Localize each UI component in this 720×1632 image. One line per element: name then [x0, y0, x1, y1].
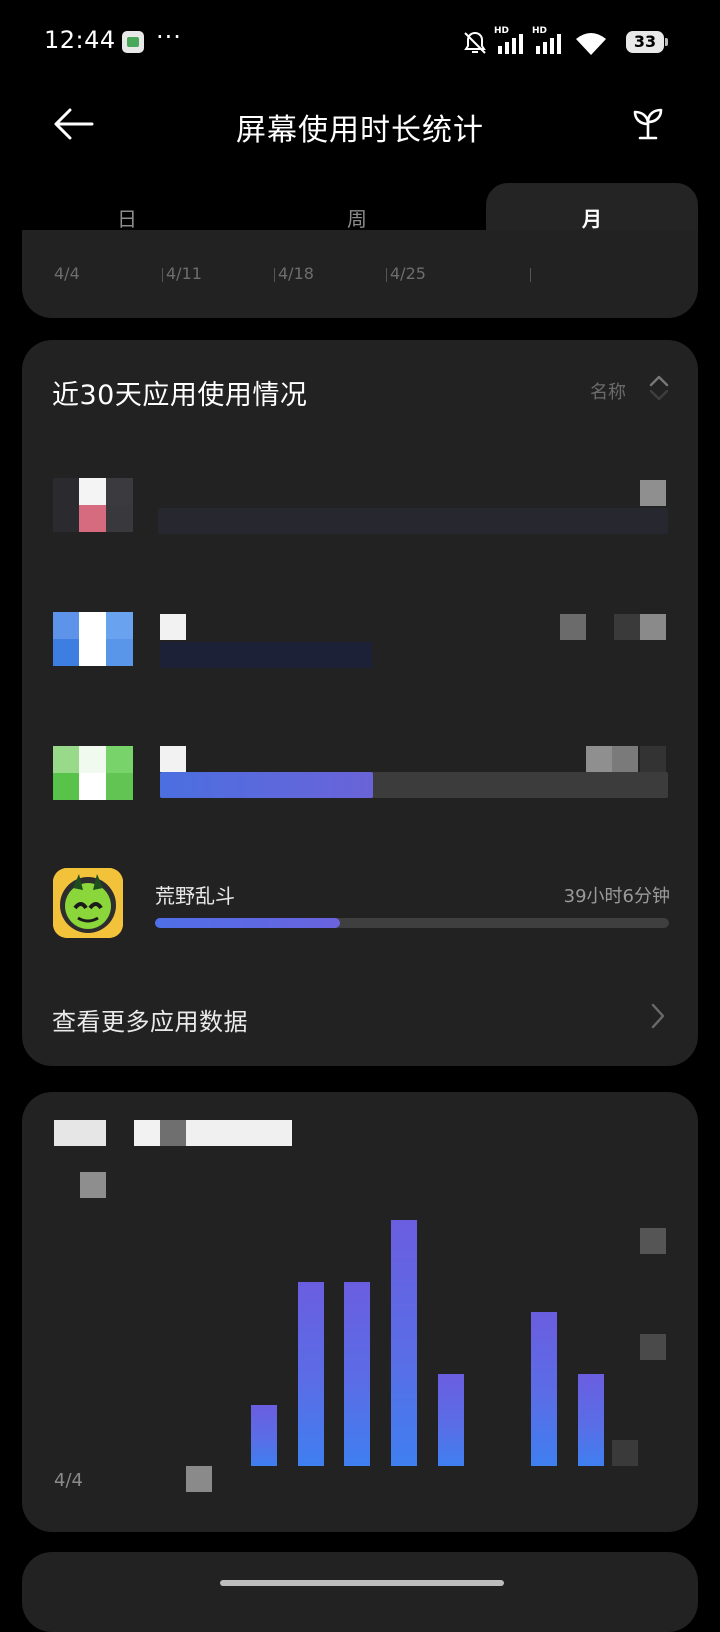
chevron-right-icon[interactable] [650, 1002, 666, 1030]
chart-bar [531, 1312, 557, 1466]
axis-tick [386, 268, 387, 282]
chart-bar [297, 1281, 324, 1466]
plant-icon[interactable] [628, 104, 668, 144]
usage-time-obscured [560, 614, 586, 640]
y-tick-obscured [640, 1228, 666, 1254]
axis-tick [274, 268, 275, 282]
app-usage-time: 39小时6分钟 [563, 886, 670, 907]
usage-bar-track [160, 772, 668, 798]
page-title: 屏幕使用时长统计 [236, 113, 484, 148]
app-icon-obscured [53, 478, 133, 532]
app-usage-card [22, 340, 698, 1066]
usage-time-obscured [640, 614, 666, 640]
trend-card-stub [22, 230, 698, 318]
next-card-stub [22, 1552, 698, 1632]
bell-muted-icon [464, 31, 486, 54]
app-icon-obscured [53, 612, 133, 666]
x-axis-start-label: 4/4 [54, 1470, 83, 1491]
chart-title-obscured [54, 1120, 106, 1146]
more-notifications-icon: ··· [156, 23, 182, 51]
y-tick-obscured [612, 1440, 638, 1466]
axis-tick [530, 268, 531, 282]
axis-label: 4/11 [166, 264, 202, 283]
usage-time-obscured [586, 746, 612, 772]
axis-label: 4/4 [54, 264, 80, 283]
app-usage-track [155, 918, 669, 928]
battery-icon: 33 [626, 31, 664, 53]
axis-label: 4/25 [390, 264, 426, 283]
usage-time-obscured [612, 746, 638, 772]
usage-bar-track [160, 642, 372, 668]
sort-label[interactable]: 名称 [590, 378, 626, 404]
view-more-apps-link[interactable]: 查看更多应用数据 [52, 1002, 248, 1037]
chart-bar [391, 1220, 417, 1466]
chart-bar [577, 1373, 604, 1466]
calendar-app-icon [122, 31, 144, 53]
axis-tick [162, 268, 163, 282]
chart-title-obscured [160, 1120, 186, 1146]
app-name: 荒野乱斗 [155, 884, 235, 908]
usage-time-obscured [614, 614, 640, 640]
usage-bar-fill [160, 772, 374, 798]
app-name-obscured [160, 614, 186, 640]
y-tick-obscured [640, 1334, 666, 1360]
app-usage-fill [155, 918, 341, 928]
home-indicator[interactable] [220, 1580, 504, 1586]
chart-subtitle-obscured [80, 1172, 106, 1198]
sort-icon[interactable] [648, 374, 670, 400]
battery-tip [665, 38, 668, 46]
signal-icon [536, 34, 561, 54]
axis-label: 4/18 [278, 264, 314, 283]
app-name-obscured [160, 746, 186, 772]
usage-time-obscured [640, 746, 666, 772]
usage-title: 近30天应用使用情况 [52, 380, 308, 411]
usage-bar-chart [54, 1200, 614, 1466]
app-icon-obscured [53, 746, 133, 800]
chart-title-obscured [186, 1120, 292, 1146]
chart-title-obscured [134, 1120, 160, 1146]
usage-bar-track [158, 508, 668, 534]
chart-bar [344, 1281, 371, 1466]
status-time: 12:44 [44, 26, 116, 54]
signal-icon [498, 34, 523, 54]
usage-time-obscured [640, 480, 666, 506]
x-tick-obscured [186, 1466, 212, 1492]
brawl-stars-app-icon [53, 868, 123, 938]
chart-bar [251, 1404, 277, 1466]
wifi-icon [576, 33, 606, 55]
chart-bar [437, 1373, 464, 1466]
